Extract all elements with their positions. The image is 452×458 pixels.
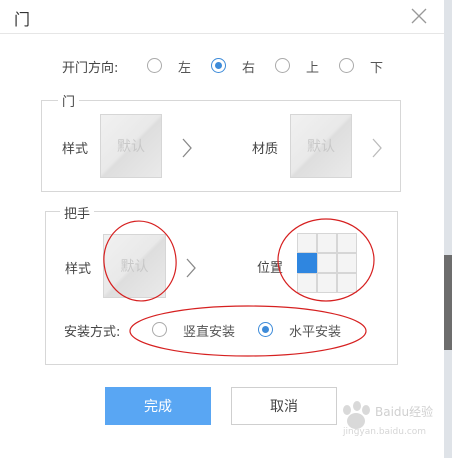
- door-style-thumbnail[interactable]: 默认: [100, 114, 162, 178]
- handle-style-thumbnail[interactable]: 默认: [103, 234, 166, 298]
- direction-left-label: 左: [178, 61, 192, 76]
- watermark-text: Baidu经验: [375, 404, 433, 419]
- close-icon[interactable]: [409, 6, 429, 26]
- position-cell[interactable]: [317, 273, 337, 293]
- handle-position-grid: [297, 233, 357, 293]
- door-material-next-icon[interactable]: [370, 137, 384, 159]
- door-style-label: 样式: [62, 142, 89, 157]
- direction-right-radio[interactable]: [211, 58, 226, 73]
- direction-left-radio[interactable]: [147, 58, 162, 73]
- handle-style-next-icon[interactable]: [184, 257, 198, 279]
- direction-down-radio[interactable]: [339, 58, 354, 73]
- position-cell[interactable]: [317, 253, 337, 273]
- position-cell-selected[interactable]: [297, 253, 317, 273]
- door-style-next-icon[interactable]: [180, 137, 194, 159]
- door-material-thumbnail[interactable]: 默认: [290, 114, 352, 178]
- door-group-legend: 门: [58, 91, 80, 110]
- position-cell[interactable]: [297, 233, 317, 253]
- door-material-label: 材质: [252, 142, 279, 157]
- position-cell[interactable]: [337, 253, 357, 273]
- watermark-sub: jingyan.baidu.com: [342, 427, 426, 437]
- install-horizontal-radio[interactable]: [258, 322, 273, 337]
- dialog-title: 门: [14, 10, 31, 29]
- baidu-watermark: Baidu经验 jingyan.baidu.com: [335, 398, 445, 438]
- confirm-button[interactable]: 完成: [105, 387, 211, 425]
- position-cell[interactable]: [337, 273, 357, 293]
- background-dark-block: [444, 255, 452, 350]
- direction-right-label: 右: [242, 61, 256, 76]
- open-direction-label: 开门方向:: [62, 61, 119, 76]
- door-settings-dialog: 门 开门方向: 左 右 上 下 门 样式 默认 材质 默认 把手 样式 默认 位…: [0, 0, 444, 458]
- title-divider: [0, 33, 444, 34]
- install-vertical-label: 竖直安装: [183, 325, 236, 340]
- position-cell[interactable]: [297, 273, 317, 293]
- install-method-label: 安装方式:: [64, 325, 121, 340]
- handle-style-label: 样式: [65, 262, 92, 277]
- direction-down-label: 下: [370, 61, 384, 76]
- direction-up-label: 上: [306, 61, 320, 76]
- position-cell[interactable]: [337, 233, 357, 253]
- paw-icon: Baidu经验 jingyan.baidu.com: [342, 401, 433, 437]
- position-cell[interactable]: [317, 233, 337, 253]
- handle-group-legend: 把手: [60, 203, 95, 222]
- install-horizontal-label: 水平安装: [289, 325, 342, 340]
- cancel-button[interactable]: 取消: [231, 387, 337, 425]
- background-strip: [444, 0, 452, 458]
- handle-position-label: 位置: [257, 261, 284, 276]
- install-vertical-radio[interactable]: [152, 322, 167, 337]
- direction-up-radio[interactable]: [275, 58, 290, 73]
